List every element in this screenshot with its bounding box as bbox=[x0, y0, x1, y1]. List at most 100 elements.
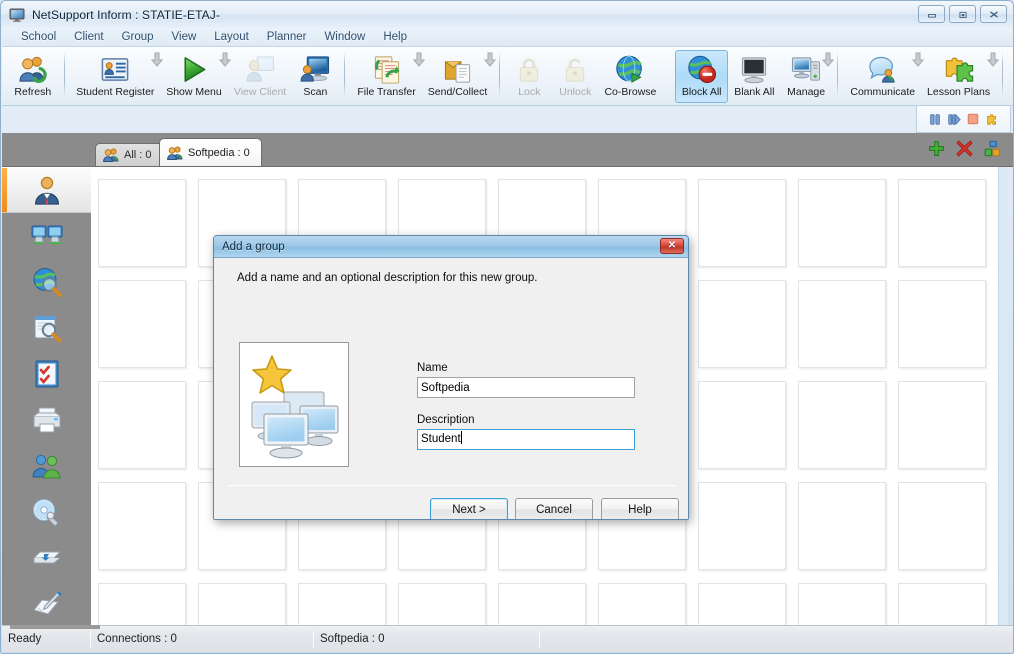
toolbar-button-label: Lesson Plans bbox=[927, 86, 991, 98]
sidebar-item-whiteboard[interactable] bbox=[2, 581, 91, 627]
close-button[interactable] bbox=[980, 5, 1007, 23]
chevron-down-icon[interactable] bbox=[986, 52, 1000, 68]
tab-all[interactable]: All : 0 bbox=[95, 143, 164, 166]
toolbar-button-refresh[interactable]: Refresh bbox=[8, 50, 58, 103]
pause-icon[interactable] bbox=[928, 112, 942, 126]
client-thumbnail[interactable] bbox=[698, 280, 786, 368]
client-thumbnail[interactable] bbox=[898, 482, 986, 570]
chevron-down-icon[interactable] bbox=[484, 52, 497, 68]
client-thumbnail[interactable] bbox=[698, 583, 786, 626]
disc-wrench-icon bbox=[31, 496, 63, 528]
toolbar-button-blank-all[interactable]: Blank All bbox=[728, 50, 781, 103]
menu-item-window[interactable]: Window bbox=[315, 29, 374, 45]
client-thumbnail[interactable] bbox=[98, 179, 186, 267]
client-thumbnail[interactable] bbox=[98, 280, 186, 368]
green-plus-icon[interactable] bbox=[928, 140, 945, 157]
sidebar-item-clients[interactable] bbox=[2, 167, 91, 213]
client-thumbnail[interactable] bbox=[498, 583, 586, 626]
client-thumbnail[interactable] bbox=[698, 482, 786, 570]
toolbar-button-file-transfer[interactable]: File Transfer bbox=[351, 50, 425, 103]
client-thumbnail[interactable] bbox=[798, 179, 886, 267]
client-thumbnail[interactable] bbox=[798, 280, 886, 368]
sidebar-item-chat[interactable] bbox=[2, 443, 91, 489]
keyboard-key-icon bbox=[31, 542, 63, 574]
client-thumbnail[interactable] bbox=[898, 179, 986, 267]
client-thumbnail[interactable] bbox=[398, 583, 486, 626]
feature-sidebar bbox=[2, 167, 91, 626]
help-button[interactable]: Help bbox=[601, 498, 679, 519]
checklist-icon bbox=[31, 358, 63, 390]
add-group-dialog: Add a group ✕ Add a name and an optional… bbox=[213, 235, 689, 520]
menu-item-layout[interactable]: Layout bbox=[205, 29, 258, 45]
restore-button[interactable] bbox=[949, 5, 976, 23]
menu-item-planner[interactable]: Planner bbox=[258, 29, 316, 45]
tab-softpedia[interactable]: Softpedia : 0 bbox=[159, 138, 262, 166]
red-x-icon[interactable] bbox=[956, 140, 973, 157]
toolbar-button-lesson-plans[interactable]: Lesson Plans bbox=[921, 50, 1000, 103]
name-input[interactable] bbox=[417, 377, 635, 398]
blank-monitor-icon bbox=[738, 54, 770, 85]
menu-item-school[interactable]: School bbox=[12, 29, 65, 45]
toolbar-button-block-all[interactable]: Block All bbox=[675, 50, 728, 103]
client-thumbnail[interactable] bbox=[98, 482, 186, 570]
client-thumbnail[interactable] bbox=[798, 482, 886, 570]
toolbar-separator bbox=[837, 52, 839, 96]
toolbar-button-student-register[interactable]: Student Register bbox=[71, 50, 164, 103]
two-monitors-icon bbox=[31, 220, 63, 252]
step-icon[interactable] bbox=[947, 112, 961, 126]
sidebar-item-monitor[interactable] bbox=[2, 213, 91, 259]
menu-item-help[interactable]: Help bbox=[374, 29, 416, 45]
client-thumbnail[interactable] bbox=[798, 583, 886, 626]
dialog-close-button[interactable]: ✕ bbox=[660, 238, 684, 254]
puzzle-icon bbox=[943, 54, 975, 85]
text-caret bbox=[460, 431, 462, 444]
person-blue-suit-icon bbox=[31, 174, 63, 206]
stop-icon[interactable] bbox=[966, 112, 980, 126]
sidebar-item-print[interactable] bbox=[2, 397, 91, 443]
description-label: Description bbox=[417, 414, 475, 426]
colored-blocks-icon[interactable] bbox=[984, 140, 1001, 157]
chevron-down-icon[interactable] bbox=[822, 52, 835, 68]
toolbar-button-communicate[interactable]: Communicate bbox=[844, 50, 925, 103]
star-monitors-icon bbox=[251, 354, 339, 458]
next-button[interactable]: Next > bbox=[430, 498, 508, 519]
client-thumbnail[interactable] bbox=[198, 583, 286, 626]
client-thumbnail[interactable] bbox=[898, 280, 986, 368]
sidebar-item-devices[interactable] bbox=[2, 489, 91, 535]
client-thumbnail[interactable] bbox=[698, 179, 786, 267]
puzzle-icon[interactable] bbox=[985, 112, 999, 126]
file-transfer-icon bbox=[371, 54, 403, 85]
toolbar-button-send-collect[interactable]: Send/Collect bbox=[422, 50, 497, 103]
client-thumbnail[interactable] bbox=[898, 583, 986, 626]
toolbar-separator bbox=[499, 52, 501, 96]
toolbar-button-show-menu[interactable]: Show Menu bbox=[160, 50, 231, 103]
toolbar-button-co-browse[interactable]: Co-Browse bbox=[598, 50, 662, 103]
sidebar-item-application[interactable] bbox=[2, 305, 91, 351]
client-thumbnail[interactable] bbox=[98, 583, 186, 626]
application-window: NetSupport Inform : STATIE-ETAJ- School … bbox=[0, 0, 1014, 654]
client-thumbnail[interactable] bbox=[298, 583, 386, 626]
pen-paper-icon bbox=[31, 588, 63, 620]
monitor-icon bbox=[9, 8, 25, 22]
tab-label: Softpedia : 0 bbox=[188, 146, 250, 159]
cancel-button[interactable]: Cancel bbox=[515, 498, 593, 519]
client-thumbnail[interactable] bbox=[698, 381, 786, 469]
client-thumbnail[interactable] bbox=[98, 381, 186, 469]
client-thumbnail[interactable] bbox=[898, 381, 986, 469]
sidebar-item-survey[interactable] bbox=[2, 351, 91, 397]
minimize-button[interactable] bbox=[918, 5, 945, 23]
menu-item-group[interactable]: Group bbox=[113, 29, 163, 45]
sidebar-item-keyboard[interactable] bbox=[2, 535, 91, 581]
dialog-divider bbox=[228, 485, 676, 486]
vertical-scrollbar[interactable] bbox=[998, 167, 1008, 626]
toolbar-button-scan[interactable]: Scan bbox=[292, 50, 338, 103]
group-users-icon bbox=[167, 146, 183, 160]
client-thumbnail[interactable] bbox=[798, 381, 886, 469]
scan-icon bbox=[299, 54, 331, 85]
menu-item-view[interactable]: View bbox=[163, 29, 206, 45]
menu-item-client[interactable]: Client bbox=[65, 29, 112, 45]
description-input[interactable]: Student bbox=[417, 429, 635, 450]
toolbar-button-manage[interactable]: Manage bbox=[781, 50, 835, 103]
sidebar-item-web[interactable] bbox=[2, 259, 91, 305]
client-thumbnail[interactable] bbox=[598, 583, 686, 626]
